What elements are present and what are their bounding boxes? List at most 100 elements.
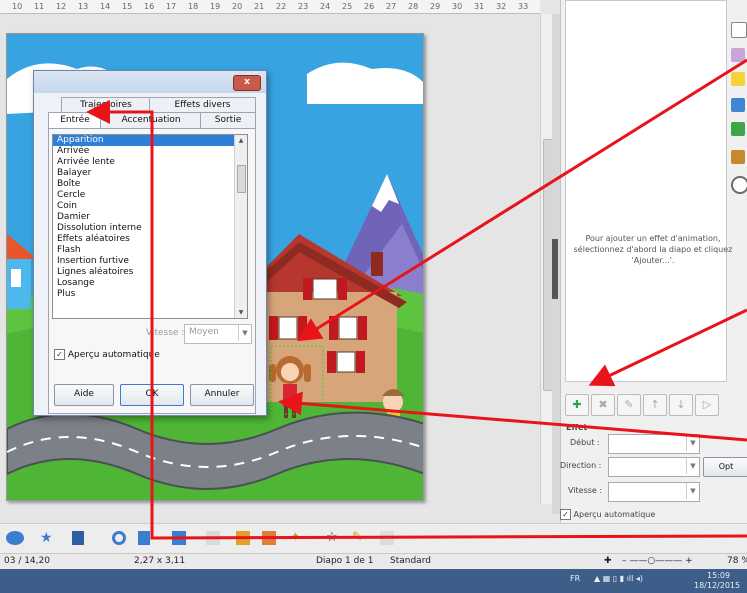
list-item[interactable]: Lignes aléatoires [53,267,247,278]
master-slides-icon[interactable] [731,48,745,62]
status-bar: 03 / 14,20 2,27 x 3,11 Diapo 1 de 1 Stan… [0,553,747,569]
close-icon[interactable]: x [233,75,261,91]
list-item[interactable]: Cercle [53,190,247,201]
styles-icon[interactable] [731,122,745,136]
tab-sortie[interactable]: Sortie [200,112,256,129]
ruler-tick: 22 [276,2,287,11]
checkbox-checked-icon[interactable]: ✓ [54,349,65,360]
toggle-extrusion-icon[interactable] [206,531,220,545]
flowchart-shapes-icon[interactable] [72,531,84,545]
panel-speed-label: Vitesse : [568,486,603,495]
ruler-tick: 18 [188,2,199,11]
list-item[interactable]: Plus [53,289,247,300]
gallery-icon[interactable] [731,150,745,164]
ruler-tick: 29 [430,2,441,11]
master-page-name[interactable]: Standard [390,556,431,566]
star-shapes-icon[interactable]: ★ [40,531,56,545]
ruler-tick: 32 [496,2,507,11]
arrange-icon[interactable] [172,531,186,545]
list-item[interactable]: Arrivée lente [53,157,247,168]
list-item[interactable]: Dissolution interne [53,223,247,234]
animation-toolbar: ✚ ✖ ✎ ↑ ↓ ▷ [565,394,735,416]
custom-animation-dialog: x Trajectoires Effets divers Entrée Acce… [33,70,267,416]
splitter-grip[interactable] [552,239,558,299]
ruler-tick: 28 [408,2,419,11]
list-item[interactable]: Damier [53,212,247,223]
animation-effect-list[interactable]: Pour ajouter un effet d'animation, sélec… [565,0,732,382]
speed-value: Moyen [189,327,219,337]
ruler-tick: 27 [386,2,397,11]
tray-icons[interactable]: ▲ ▦ ▯ ▮ ıll ◂) [594,574,643,583]
list-item[interactable]: Apparition [53,135,247,146]
shadow-icon[interactable] [236,531,250,545]
zoom-in-icon[interactable]: ✚ [604,556,612,566]
remove-effect-button[interactable]: ✖ [591,394,615,416]
speed-select[interactable]: Moyen ▼ [184,324,252,344]
move-up-button[interactable]: ↑ [643,394,667,416]
empty-list-message: Pour ajouter un effet d'animation, sélec… [573,234,733,265]
move-down-button[interactable]: ↓ [669,394,693,416]
ruler-tick: 20 [232,2,243,11]
workspace-vertical-scrollbar[interactable] [540,14,553,504]
ruler-tick: 31 [474,2,485,11]
modify-effect-button[interactable]: ✎ [617,394,641,416]
listbox-scrollbar[interactable]: ▲ ▼ [234,135,247,318]
scroll-up-icon[interactable]: ▲ [235,135,247,146]
callout-shapes-icon[interactable] [6,531,24,545]
list-item[interactable]: Insertion furtive [53,256,247,267]
navigator-icon[interactable] [731,176,747,194]
fontwork-icon[interactable]: ✦ [290,531,306,545]
direction-label: Direction : [560,461,602,470]
rotate-icon[interactable] [112,531,126,545]
animation-star-icon[interactable] [731,72,745,86]
list-item[interactable]: Boîte [53,179,247,190]
start-label: Début : [570,438,600,447]
dialog-titlebar[interactable]: x [34,71,266,93]
ruler-tick: 19 [210,2,221,11]
direction-select[interactable]: ▼ [608,457,700,477]
scroll-down-icon[interactable]: ▼ [235,307,247,318]
checkbox-checked-icon[interactable]: ✓ [560,509,571,520]
add-effect-button[interactable]: ✚ [565,394,589,416]
list-item[interactable]: Losange [53,278,247,289]
zoom-slider[interactable]: – ——○——— + [622,556,693,566]
list-item[interactable]: Balayer [53,168,247,179]
autopreview-label: Aperçu automatique [67,350,160,360]
object-size: 2,27 x 3,11 [134,556,186,566]
from-file-icon[interactable] [380,531,394,545]
list-item[interactable]: Effets aléatoires [53,234,247,245]
slide-transition-icon[interactable] [731,98,745,112]
start-select[interactable]: ▼ [608,434,700,454]
list-item[interactable]: Flash [53,245,247,256]
effects-listbox[interactable]: Apparition Arrivée Arrivée lente Balayer… [52,134,248,319]
tab-accentuation[interactable]: Accentuation [100,112,202,129]
drawing-toolbar: ★ ✦ ☆ ✎ [0,523,747,553]
scrollbar-thumb[interactable] [237,165,246,193]
zoom-level[interactable]: 78 % [727,556,747,566]
align-icon[interactable] [138,531,150,545]
options-button[interactable]: Opt [703,457,747,477]
play-button[interactable]: ▷ [695,394,719,416]
points-icon[interactable]: ☆ [326,531,342,545]
cursor-position: 03 / 14,20 [4,556,50,566]
ruler-tick: 25 [342,2,353,11]
effect-section-label: Effet [566,423,588,432]
panel-speed-select[interactable]: ▼ [608,482,700,502]
ok-button[interactable]: OK [120,384,184,406]
crop-icon[interactable] [262,531,276,545]
panel-splitter[interactable] [552,14,560,514]
input-language[interactable]: FR [570,574,580,583]
tab-entree[interactable]: Entrée [48,112,102,129]
glue-points-icon[interactable]: ✎ [352,531,368,545]
list-item[interactable]: Coin [53,201,247,212]
sidebar-deck [728,0,747,200]
list-item[interactable]: Arrivée [53,146,247,157]
clock-date[interactable]: 18/12/2015 [694,581,740,590]
ruler-tick: 21 [254,2,265,11]
properties-icon[interactable] [731,22,747,38]
cancel-button[interactable]: Annuler [190,384,254,406]
panel-autopreview[interactable]: ✓ Aperçu automatique [560,509,655,520]
autopreview-checkbox[interactable]: ✓ Aperçu automatique [54,349,160,360]
help-button[interactable]: Aide [54,384,114,406]
clock-time[interactable]: 15:09 [707,571,730,580]
